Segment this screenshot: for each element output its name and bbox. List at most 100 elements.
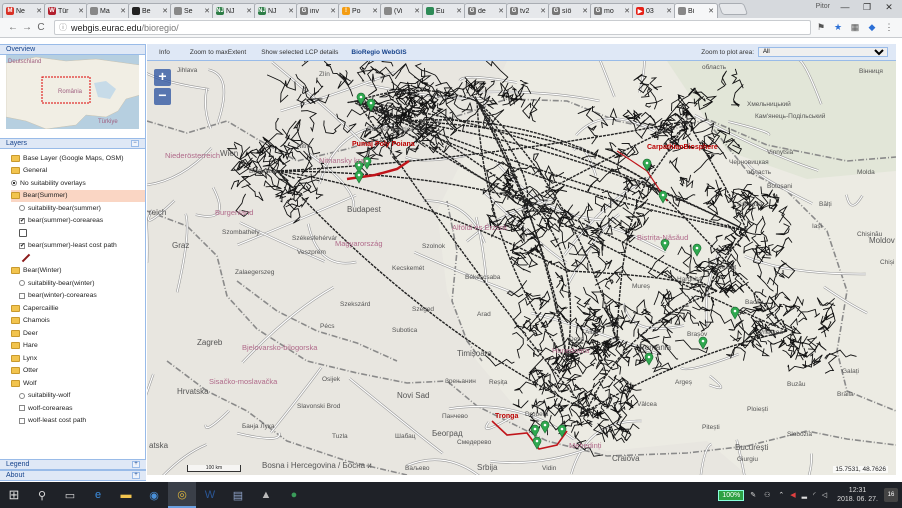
translate-icon[interactable]: ⚑ [814,22,828,33]
layer-item[interactable]: Wolf [11,377,145,390]
zoom-out-button[interactable]: − [154,88,171,105]
tab-close-icon[interactable]: ✕ [540,7,546,15]
overview-header[interactable]: Overview [0,44,145,55]
page-info-icon[interactable]: ⓘ [59,22,67,33]
forward-icon[interactable]: → [20,22,34,33]
new-tab-button[interactable] [717,3,749,15]
globe-icon[interactable]: ◉ [140,482,168,508]
layers-collapse-button[interactable]: − [131,140,139,147]
layer-item[interactable]: wolf-coreareas [11,402,145,415]
browser-tab[interactable]: ▶ 03 ✕ [632,3,676,18]
layer-item[interactable]: suitability-wolf [11,390,145,403]
restore-icon[interactable]: ❐ [858,2,876,13]
browser-tab[interactable]: M Ne ✕ [2,3,46,18]
extension-blue-icon[interactable]: ◆ [865,22,879,33]
layer-checkbox[interactable] [19,417,25,424]
layer-item[interactable]: ✔ bear(summer)-least cost path [11,240,145,253]
menu-icon[interactable]: ⋮ [882,22,896,33]
map-canvas[interactable]: Jihlava Zlín область Вінниця Хмельницький Кам… [147,61,896,475]
show-lcp-details-button[interactable]: Show selected LCP details [261,49,338,56]
wifi-icon[interactable]: ◜ [813,491,816,499]
layer-item[interactable]: Base Layer (Google Maps, OSM) [11,152,145,165]
layer-item[interactable]: Hare [11,340,145,353]
zoom-in-button[interactable]: + [154,69,171,86]
people-icon[interactable]: ⚇ [764,491,770,499]
earth-icon[interactable]: ● [280,482,308,508]
edge-icon[interactable]: e [84,482,112,508]
browser-tab[interactable]: NJ NJ ✕ [254,3,298,18]
photos-icon[interactable]: ▲ [252,482,280,508]
layer-item[interactable]: No suitability overlays [11,177,145,190]
tab-close-icon[interactable]: ✕ [120,7,126,15]
layer-radio[interactable] [19,205,25,212]
layer-checkbox[interactable]: ✔ [19,217,25,224]
layer-radio[interactable] [11,180,17,187]
tab-close-icon[interactable]: ✕ [204,7,210,15]
bookmark-star-icon[interactable]: ★ [831,22,845,33]
task-view-icon[interactable]: ▭ [56,482,84,508]
layer-item[interactable]: ✔ bear(summer)-coreareas [11,215,145,228]
legend-expand-button[interactable]: + [132,461,140,468]
layer-item[interactable]: Otter [11,365,145,378]
layer-item[interactable]: Bear(Winter) [11,265,145,278]
browser-tab[interactable]: Gtv2 ✕ [506,3,550,18]
browser-tab[interactable]: Ma ✕ [86,3,130,18]
battery-indicator[interactable]: 100% [718,489,745,501]
volume-icon[interactable]: ◁ [822,491,827,499]
tab-close-icon[interactable]: ✕ [582,7,588,15]
layer-item[interactable]: Deer [11,327,145,340]
reload-icon[interactable]: C [34,22,48,33]
tab-close-icon[interactable]: ✕ [666,7,672,15]
tab-close-icon[interactable]: ✕ [36,7,42,15]
minimize-icon[interactable]: — [836,2,854,12]
about-expand-button[interactable]: + [132,472,140,479]
tab-close-icon[interactable]: ✕ [246,7,252,15]
legend-header[interactable]: Legend + [0,459,146,470]
pen-icon[interactable]: ✎ [750,491,756,499]
browser-tab[interactable]: NJ NJ ✕ [212,3,256,18]
tab-close-icon[interactable]: ✕ [330,7,336,15]
overview-map[interactable]: Deutschland România Türkiye [6,55,139,129]
layer-item[interactable]: Lynx [11,352,145,365]
tab-close-icon[interactable]: ✕ [372,7,378,15]
word-icon[interactable]: W [196,482,224,508]
browser-tab[interactable]: Gde ✕ [464,3,508,18]
plot-area-select[interactable]: All [758,47,888,57]
layer-item[interactable]: bear(winter)-coreareas [11,290,145,303]
tab-close-icon[interactable]: ✕ [78,7,84,15]
browser-tab[interactable]: W Tür ✕ [44,3,88,18]
layer-checkbox[interactable]: ✔ [19,242,25,249]
search-icon[interactable]: ⚲ [28,482,56,508]
extension-icon[interactable]: ▦ [848,22,862,33]
url-input[interactable]: ⓘ webgis.eurac.edu/bioregio/ [54,20,811,35]
chrome-icon[interactable]: ◎ [168,482,196,508]
layer-checkbox[interactable] [19,405,25,412]
chevron-up-icon[interactable]: ⌃ [778,491,784,499]
layer-item[interactable]: wolf-least cost path [11,415,145,428]
explorer-icon[interactable]: ▬ [112,482,140,508]
browser-tab[interactable]: Be ✕ [128,3,172,18]
layer-checkbox[interactable] [19,292,25,299]
about-header[interactable]: About + [0,470,146,481]
tab-close-icon[interactable]: ✕ [456,7,462,15]
layer-item[interactable]: suitability-bear(summer) [11,202,145,215]
close-window-icon[interactable]: ✕ [880,2,898,13]
notification-center-icon[interactable]: 16 [884,488,898,502]
browser-tab[interactable]: Ginv ✕ [296,3,340,18]
layer-item[interactable]: suitability-bear(winter) [11,277,145,290]
tab-close-icon[interactable]: ✕ [624,7,630,15]
browser-tab[interactable]: Eu ✕ [422,3,466,18]
tab-close-icon[interactable]: ✕ [288,7,294,15]
browser-tab[interactable]: Se ✕ [170,3,214,18]
layer-radio[interactable] [19,392,25,399]
browser-tab[interactable]: Gsíő ✕ [548,3,592,18]
layer-item[interactable]: Capercaillie [11,302,145,315]
tab-close-icon[interactable]: ✕ [414,7,420,15]
tab-close-icon[interactable]: ✕ [162,7,168,15]
alert-icon[interactable]: ◀ [790,491,795,499]
start-icon[interactable]: ⊞ [0,482,28,508]
notes-icon[interactable]: ▤ [224,482,252,508]
layer-radio[interactable] [19,280,25,287]
tab-close-icon[interactable]: ✕ [708,7,714,15]
browser-tab[interactable]: Gmo ✕ [590,3,634,18]
